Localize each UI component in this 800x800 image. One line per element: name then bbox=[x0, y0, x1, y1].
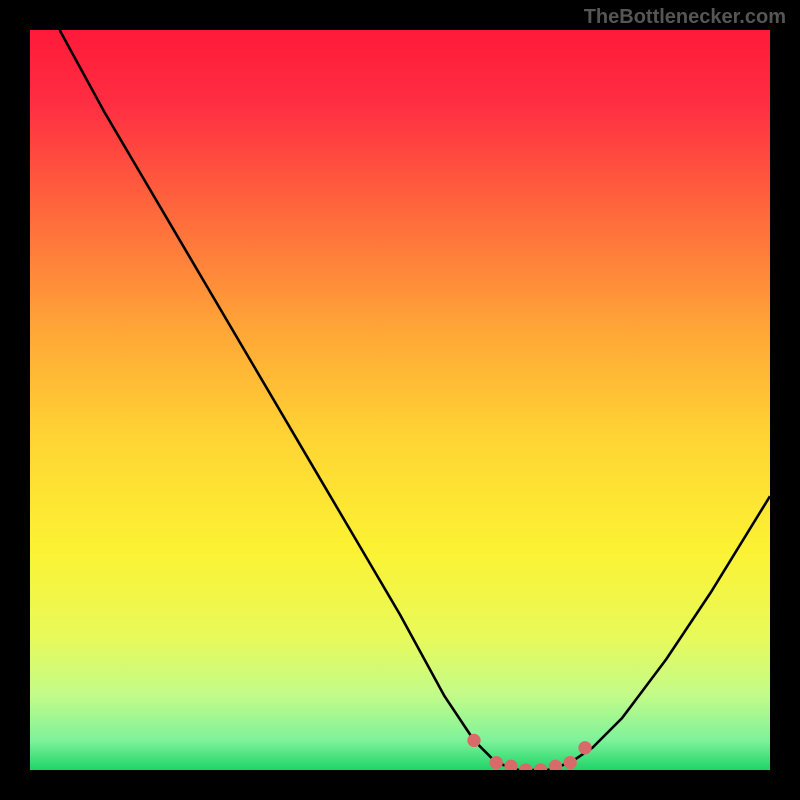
highlight-dot bbox=[578, 741, 591, 754]
highlight-dot bbox=[504, 760, 517, 770]
bottleneck-curve bbox=[30, 30, 770, 770]
plot-area bbox=[30, 30, 770, 770]
highlight-dot bbox=[564, 756, 577, 769]
curve-line bbox=[60, 30, 770, 770]
highlight-dot bbox=[519, 763, 532, 770]
highlight-dot bbox=[549, 760, 562, 770]
highlight-dot bbox=[534, 763, 547, 770]
highlight-dot bbox=[490, 756, 503, 769]
highlight-dot bbox=[467, 734, 480, 747]
watermark-text: TheBottlenecker.com bbox=[584, 6, 786, 29]
